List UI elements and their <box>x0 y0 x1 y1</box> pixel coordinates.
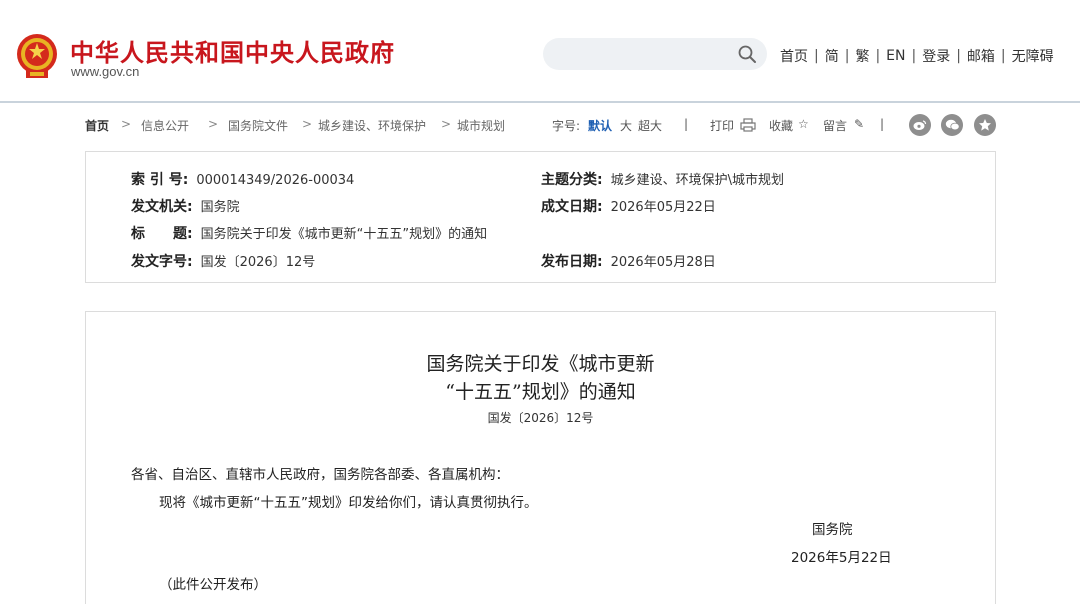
document-metadata: 索 引 号: 000014349/2026-00034 主题分类: 城乡建设、环境保… <box>85 151 996 283</box>
qzone-icon[interactable] <box>974 114 996 136</box>
meta-written-date-label: 成文日期: <box>541 199 603 215</box>
toolbar-divider: | <box>684 117 689 131</box>
document-body: 国务院关于印发《城市更新 “十五五”规划》的通知 国发〔2026〕12号 各省、… <box>85 311 996 604</box>
meta-publish-date-label: 发布日期: <box>541 254 603 270</box>
font-size-label: 字号: <box>552 119 581 133</box>
print-button[interactable]: 打印 <box>710 117 734 134</box>
meta-written-date: 成文日期: 2026年05月22日 <box>541 196 716 216</box>
chevron-right-icon: > <box>121 117 132 131</box>
meta-title: 标 题: 国务院关于印发《城市更新“十五五”规划》的通知 <box>131 223 487 243</box>
toolbar-divider: | <box>880 117 885 131</box>
document-number: 国发〔2026〕12号 <box>487 411 594 425</box>
nav-separator: | <box>814 48 819 64</box>
site-header: 中华人民共和国中央人民政府 www.gov.cn 首页 | 简 | 繁 | EN… <box>0 0 1080 103</box>
star-icon[interactable]: ☆ <box>798 117 809 131</box>
meta-doc-no: 发文字号: 国发〔2026〕12号 <box>131 251 315 271</box>
nav-separator: | <box>911 48 917 64</box>
search-box <box>543 38 767 70</box>
document-signer: 国务院 <box>812 522 853 538</box>
meta-index-label: 索 引 号: <box>131 172 189 188</box>
meta-written-date-value: 2026年05月22日 <box>610 200 716 215</box>
printer-icon[interactable] <box>740 118 756 132</box>
meta-doc-no-value: 国发〔2026〕12号 <box>200 255 316 270</box>
meta-issuer: 发文机关: 国务院 <box>131 196 240 216</box>
search-input[interactable] <box>557 44 727 64</box>
document-salutation: 各省、自治区、直辖市人民政府，国务院各部委、各直属机构： <box>131 467 509 483</box>
top-nav: 首页 | 简 | 繁 | EN | 登录 | 邮箱 | 无障碍 <box>780 46 1054 66</box>
wechat-icon[interactable] <box>941 114 963 136</box>
weibo-icon[interactable] <box>909 114 931 136</box>
search-icon[interactable] <box>737 44 757 64</box>
national-emblem-icon[interactable] <box>14 32 60 82</box>
meta-issuer-value: 国务院 <box>200 200 240 215</box>
nav-separator: | <box>844 48 850 64</box>
meta-category-value: 城乡建设、环境保护\城市规划 <box>610 173 784 188</box>
nav-simplified[interactable]: 简 <box>825 46 839 66</box>
nav-login[interactable]: 登录 <box>922 46 950 66</box>
meta-title-label: 标 题: <box>131 226 193 242</box>
meta-title-value: 国务院关于印发《城市更新“十五五”规划》的通知 <box>200 227 488 242</box>
meta-category: 主题分类: 城乡建设、环境保护\城市规划 <box>541 169 784 189</box>
document-body-text: 现将《城市更新“十五五”规划》印发给你们，请认真贯彻执行。 <box>159 495 538 511</box>
site-url[interactable]: www.gov.cn <box>71 64 139 79</box>
font-large-button[interactable]: 大 <box>620 117 632 134</box>
pencil-icon[interactable]: ✎ <box>854 117 864 131</box>
font-xlarge-button[interactable]: 超大 <box>638 117 662 134</box>
document-title-line2: “十五五”规划》的通知 <box>445 381 636 403</box>
favorite-button[interactable]: 收藏 <box>769 117 793 134</box>
meta-index: 索 引 号: 000014349/2026-00034 <box>131 169 354 189</box>
meta-publish-date-value: 2026年05月28日 <box>610 255 716 270</box>
nav-separator: | <box>875 48 881 64</box>
site-title[interactable]: 中华人民共和国中央人民政府 <box>70 33 395 68</box>
nav-accessibility[interactable]: 无障碍 <box>1012 46 1054 66</box>
breadcrumb-urban-env[interactable]: 城乡建设、环境保护 <box>318 117 426 134</box>
breadcrumb-home[interactable]: 首页 <box>85 117 109 134</box>
nav-traditional[interactable]: 繁 <box>855 46 869 66</box>
chevron-right-icon: > <box>441 117 452 131</box>
meta-issuer-label: 发文机关: <box>131 199 193 215</box>
breadcrumb-state-council-docs[interactable]: 国务院文件 <box>228 117 288 134</box>
nav-english[interactable]: EN <box>886 48 905 64</box>
meta-doc-no-label: 发文字号: <box>131 254 193 270</box>
chevron-right-icon: > <box>208 117 219 131</box>
nav-home[interactable]: 首页 <box>780 46 808 66</box>
nav-mailbox[interactable]: 邮箱 <box>967 46 995 66</box>
font-default-button[interactable]: 默认 <box>588 117 612 134</box>
nav-separator: | <box>1000 48 1006 64</box>
toolbar: 首页 > 信息公开 > 国务院文件 > 城乡建设、环境保护 > 城市规划 字号:… <box>0 114 1080 137</box>
document-date: 2026年5月22日 <box>791 550 892 566</box>
chevron-right-icon: > <box>302 117 313 131</box>
breadcrumb-info-public[interactable]: 信息公开 <box>141 117 189 134</box>
document-public-note: （此件公开发布） <box>159 577 267 593</box>
document-title-line1: 国务院关于印发《城市更新 <box>426 353 655 375</box>
nav-separator: | <box>956 48 961 64</box>
comment-button[interactable]: 留言 <box>823 117 847 134</box>
meta-index-value: 000014349/2026-00034 <box>196 173 355 188</box>
meta-publish-date: 发布日期: 2026年05月28日 <box>541 251 716 271</box>
breadcrumb-urban-planning[interactable]: 城市规划 <box>457 117 505 134</box>
meta-category-label: 主题分类: <box>541 172 603 188</box>
